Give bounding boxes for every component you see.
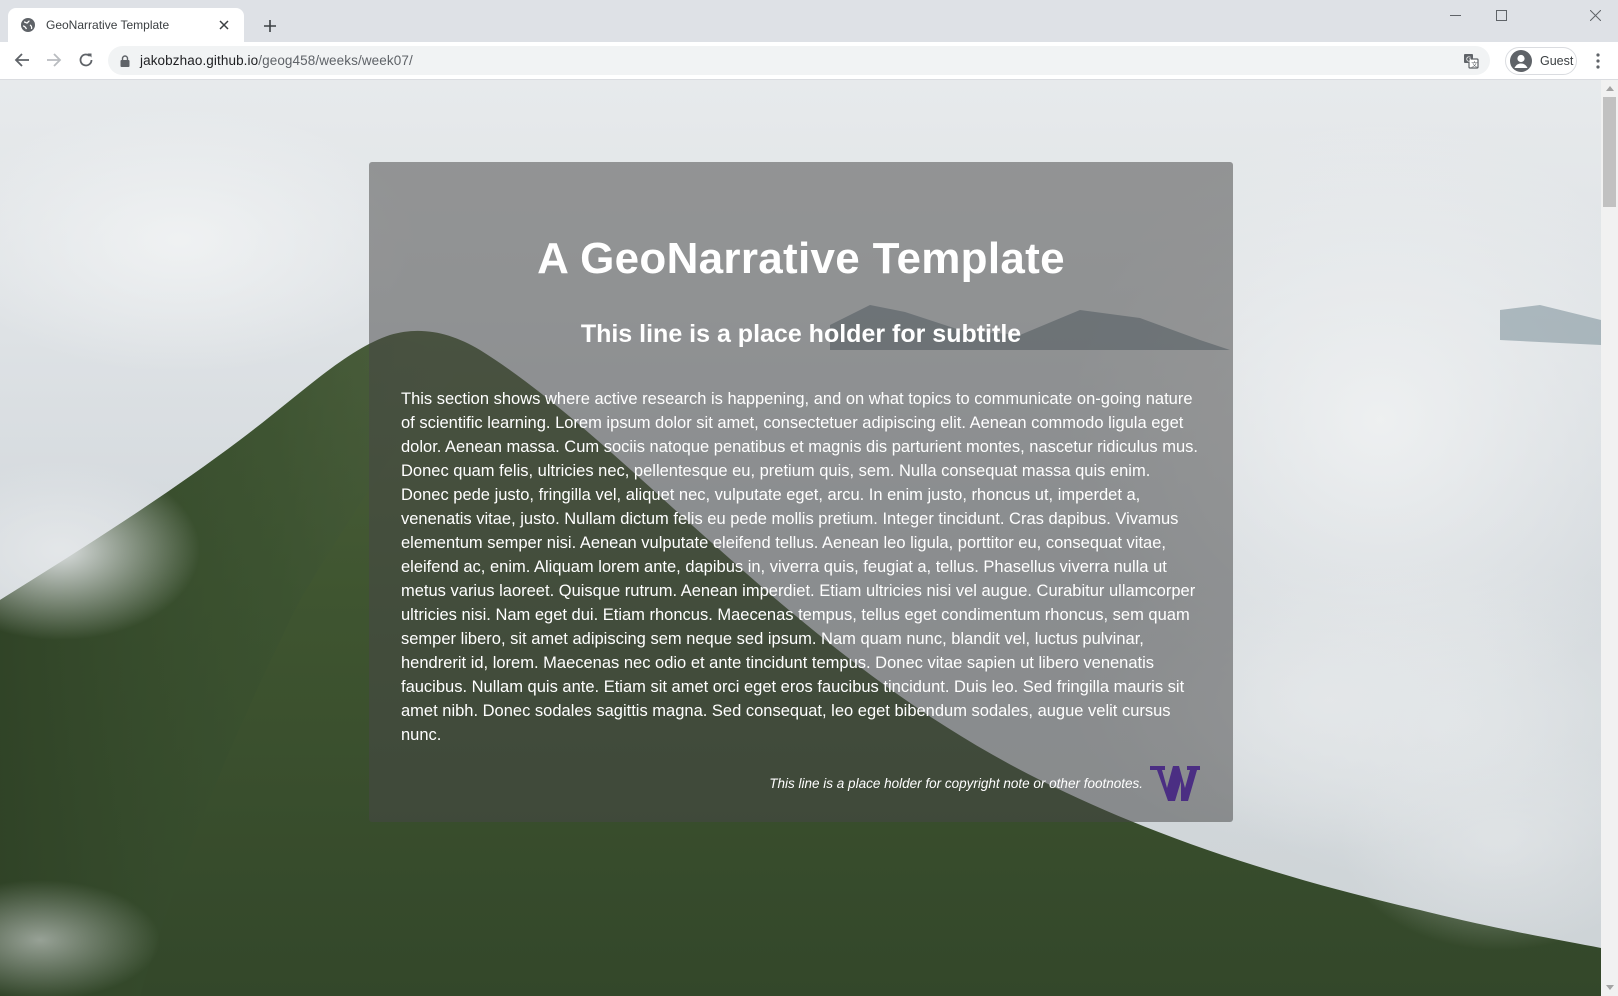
narrative-card: A GeoNarrative Template This line is a p… [369,162,1233,822]
body-paragraph: This section shows where active research… [401,390,1199,744]
vertical-scrollbar[interactable] [1601,80,1618,996]
tab-strip: GeoNarrative Template [0,0,1618,42]
page-viewport: A GeoNarrative Template This line is a p… [0,80,1601,996]
profile-label: Guest [1540,54,1574,68]
translate-icon[interactable]: G文 [1460,50,1482,72]
page-subtitle: This line is a place holder for subtitle [580,320,1022,348]
scroll-down-arrow-icon[interactable] [1601,979,1618,996]
maximize-icon[interactable] [1478,0,1524,30]
footer-row: This line is a place holder for copyrigh… [401,763,1201,803]
address-bar[interactable]: jakobzhao.github.io/geog458/weeks/week07… [108,46,1490,75]
footnote: This line is a place holder for copyrigh… [769,775,1143,791]
scrollbar-thumb[interactable] [1603,97,1616,207]
globe-icon [20,17,36,33]
url-path: /geog458/weeks/week07/ [258,53,413,68]
minimize-icon[interactable] [1432,0,1478,30]
back-arrow-icon[interactable] [8,46,36,74]
scroll-up-arrow-icon[interactable] [1601,80,1618,97]
page-title: A GeoNarrative Template [537,234,1065,283]
svg-text:文: 文 [1471,60,1478,69]
uw-logo [1149,763,1201,803]
forward-arrow-icon[interactable] [40,46,68,74]
browser-tab[interactable]: GeoNarrative Template [8,8,244,42]
reload-icon[interactable] [72,46,100,74]
close-icon[interactable] [214,15,234,35]
window-close-icon[interactable] [1572,0,1618,30]
url-host: jakobzhao.github.io [140,53,259,68]
url-text: jakobzhao.github.io/geog458/weeks/week07… [140,53,413,68]
browser-toolbar: jakobzhao.github.io/geog458/weeks/week07… [0,42,1618,80]
kebab-menu-icon[interactable] [1586,48,1610,74]
profile-button[interactable]: Guest [1505,47,1577,75]
avatar-icon [1510,50,1532,72]
tab-title: GeoNarrative Template [46,18,170,32]
lock-icon [120,54,130,67]
plus-icon[interactable] [258,14,282,38]
